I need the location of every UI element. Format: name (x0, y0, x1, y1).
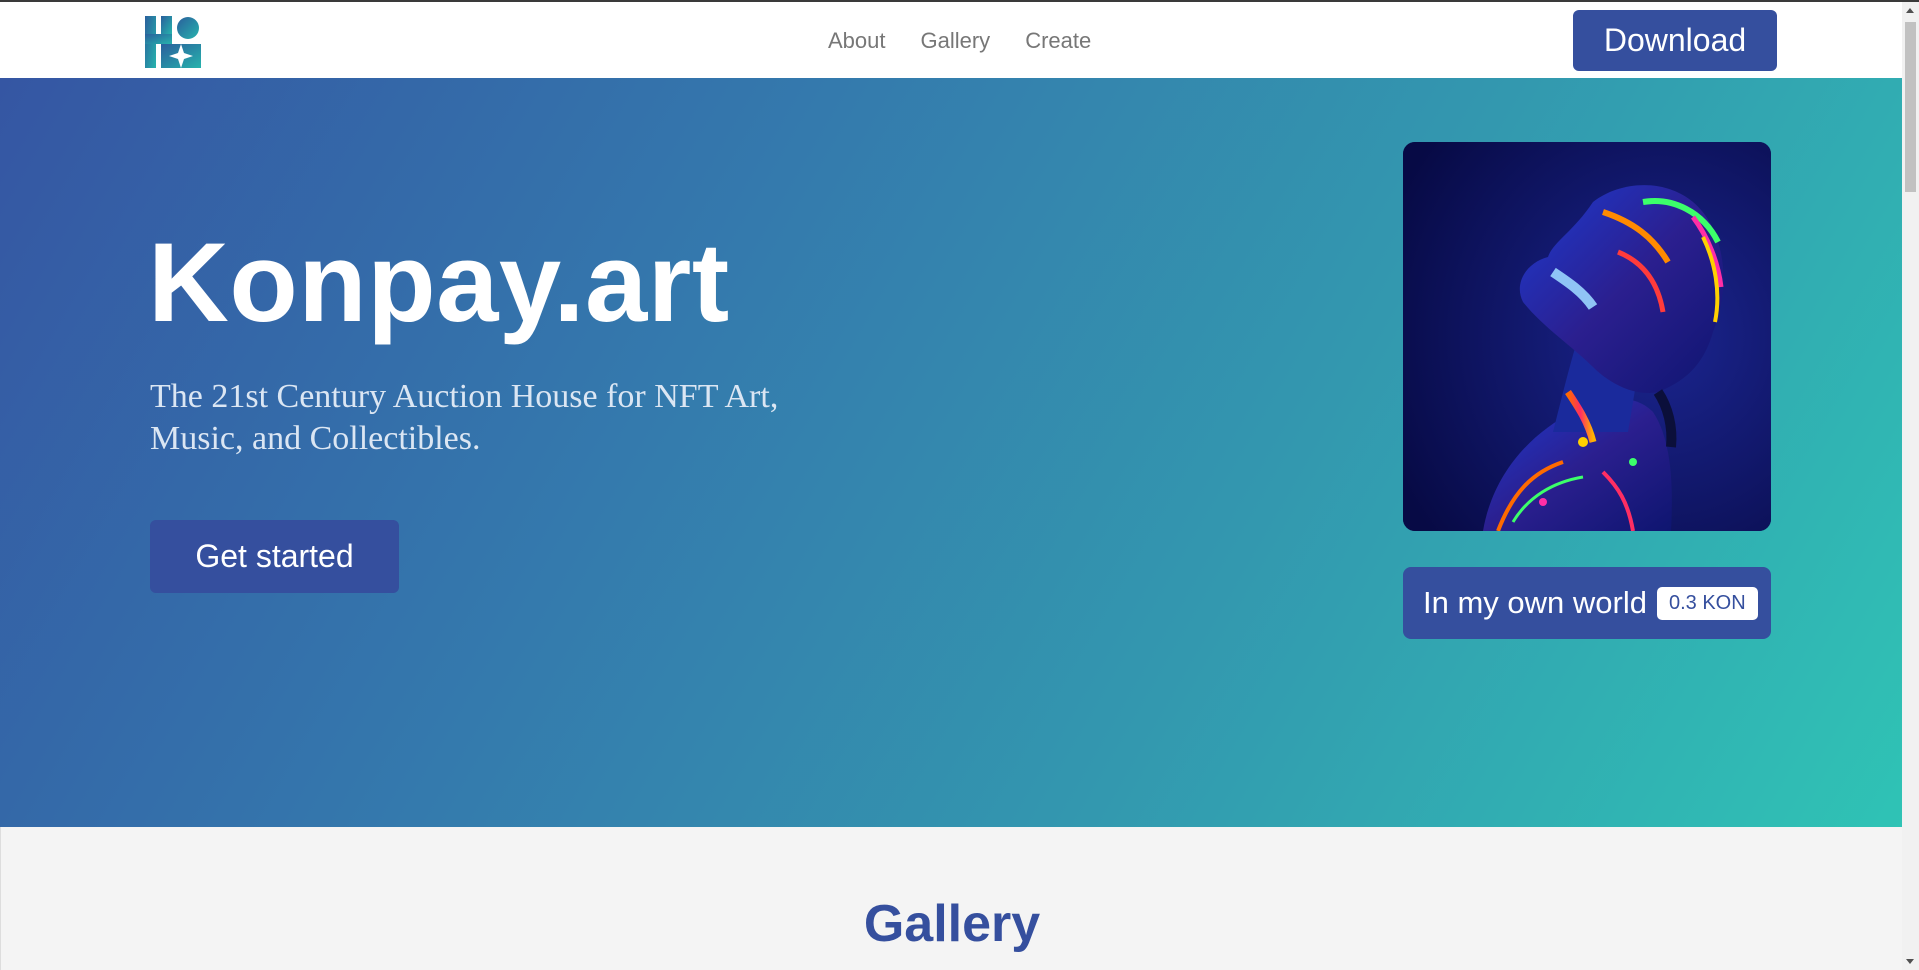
featured-artwork-title: In my own world (1423, 585, 1647, 620)
site-header: About Gallery Create Download (0, 2, 1902, 78)
scroll-down-arrow-icon[interactable] (1906, 959, 1914, 964)
nav-link-create[interactable]: Create (1025, 28, 1091, 54)
logo-icon[interactable] (145, 16, 201, 68)
hero-title: Konpay.art (148, 220, 730, 345)
hero-subtitle: The 21st Century Auction House for NFT A… (150, 378, 779, 457)
nav-link-about[interactable]: About (828, 28, 886, 54)
scrollbar-thumb[interactable] (1905, 22, 1916, 192)
download-button[interactable]: Download (1573, 10, 1777, 71)
featured-artwork-tag[interactable]: In my own world 0.3 KON (1403, 567, 1771, 639)
featured-artwork-image[interactable] (1403, 142, 1771, 531)
vertical-scrollbar[interactable] (1902, 2, 1919, 970)
gallery-section: Gallery (0, 827, 1902, 970)
nav-link-gallery[interactable]: Gallery (921, 28, 991, 54)
get-started-button[interactable]: Get started (150, 520, 399, 593)
hero-section: Konpay.art The 21st Century Auction Hous… (0, 78, 1902, 827)
main-nav: About Gallery Create (828, 28, 1091, 54)
price-badge: 0.3 KON (1656, 586, 1758, 620)
page: About Gallery Create Download Konpay.art… (0, 0, 1919, 970)
gallery-heading: Gallery (863, 895, 1041, 953)
scroll-up-arrow-icon[interactable] (1906, 8, 1914, 13)
